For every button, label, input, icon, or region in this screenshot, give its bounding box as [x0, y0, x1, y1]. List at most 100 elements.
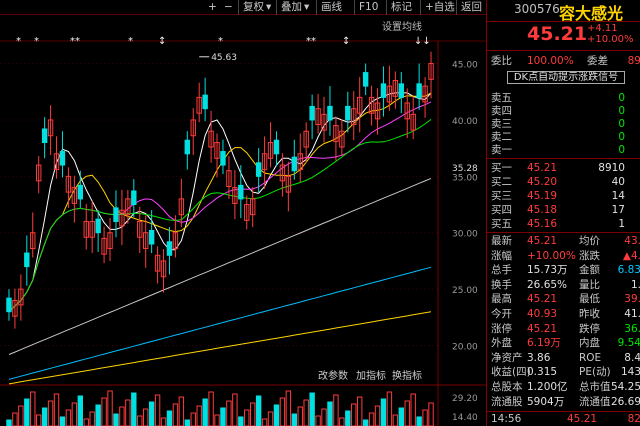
ask-volume: 0: [618, 105, 625, 117]
volume-tick: 29.20: [452, 394, 478, 404]
volume-bar: [309, 392, 315, 426]
volume-bar: [273, 404, 280, 426]
price-tick: 35.00: [452, 173, 478, 183]
bid-volume: 1: [618, 218, 625, 230]
volume-bar: [321, 408, 327, 426]
price-tick: 40.00: [452, 117, 478, 127]
candle-body: [345, 105, 351, 121]
volume-bar: [125, 399, 131, 426]
volume-bar: [202, 398, 208, 426]
volume-bar: [345, 410, 351, 426]
volume-bar: [142, 408, 149, 426]
volume-bar: [214, 414, 220, 426]
candle-body: [113, 207, 119, 222]
volume-bar: [297, 406, 303, 426]
stat-label: 净资产: [491, 351, 523, 364]
ask-label: 卖四: [491, 105, 512, 117]
stat-value: 3.86: [527, 351, 551, 364]
divider: [487, 50, 640, 51]
candle-body: [309, 105, 315, 121]
stat-value: 6.83: [617, 264, 640, 277]
ask-row: 卖三 0: [487, 118, 640, 131]
volume-bar: [18, 405, 24, 426]
ask-volume: 0: [618, 144, 625, 156]
f10-button[interactable]: F10: [354, 0, 378, 15]
volume-bar: [368, 412, 375, 426]
volume-bar: [12, 412, 18, 426]
high-price-label: 45.63: [211, 53, 237, 63]
add-watchlist-button[interactable]: +自选: [420, 0, 455, 15]
stat-row: 总股本 1.200亿 总市值 54.25: [487, 381, 640, 394]
volume-bar: [89, 411, 95, 426]
draw-line-button[interactable]: 画线: [316, 0, 342, 15]
ask-row: 卖二 0: [487, 131, 640, 144]
stat-value: 26.69: [610, 395, 640, 408]
ask-volume: 0: [618, 92, 625, 104]
ma20-line: [8, 101, 432, 313]
stat-row: 涨幅 +10.00% 涨跌 ▲4.: [487, 250, 640, 263]
dropdown-icon[interactable]: ▾: [304, 0, 309, 15]
divider: [487, 232, 640, 233]
volume-bar: [380, 398, 387, 426]
bid-row: 买三 45.19 14: [487, 190, 640, 203]
diff-value: 89: [627, 55, 640, 67]
stat-value: 5904万: [527, 395, 565, 408]
signal-banner[interactable]: DK点自动提示涨跌信号: [507, 71, 625, 84]
volume-bar: [267, 411, 274, 426]
volume-bar: [356, 396, 363, 426]
candle-body: [238, 184, 244, 200]
indicator-button[interactable]: 换指标: [392, 369, 422, 382]
stat-row: 流通股 5904万 流通值 26.69: [487, 396, 640, 409]
stat-value: 9.54: [617, 337, 640, 350]
stat-row: 收益(四) 0.315 PE(动) 143: [487, 366, 640, 379]
volume-bar: [137, 415, 143, 426]
volume-bar: [166, 410, 173, 426]
signal-mark: **: [306, 36, 316, 47]
adjust-rights-menu[interactable]: 复权: [238, 0, 264, 15]
bid-label: 买二: [491, 176, 512, 188]
volume-bar: [47, 400, 54, 426]
mark-button[interactable]: 标记: [386, 0, 412, 15]
order-ratio-row: 委比 100.00% 委差 89: [487, 55, 640, 68]
tick-time: 14:56: [491, 413, 522, 425]
stat-value: 41.: [624, 308, 640, 320]
volume-bar: [113, 413, 119, 426]
stat-row: 最高 45.21 最低 39.: [487, 293, 640, 306]
stat-row: 涨停 45.21 跌停 36.: [487, 323, 640, 336]
overlay-menu[interactable]: 叠加: [276, 0, 302, 15]
stat-row: 换手 26.65% 量比 1.: [487, 279, 640, 292]
back-button[interactable]: 返回: [456, 0, 482, 15]
candle-body: [148, 229, 155, 245]
ask-volume: 0: [618, 118, 625, 130]
bid-label: 买五: [491, 218, 512, 230]
zoom-out-button[interactable]: −: [224, 0, 233, 15]
volume-bar: [95, 404, 101, 426]
stat-value: +10.00%: [527, 249, 576, 262]
signal-mark: **: [70, 36, 80, 47]
stat-value: 39.: [624, 293, 640, 306]
volume-bar: [374, 405, 381, 426]
ratio-label: 委比: [491, 55, 512, 67]
diff-label: 委差: [587, 55, 608, 67]
candle-body: [398, 83, 405, 98]
volume-bar: [24, 398, 30, 426]
stat-row: 最新 45.21 均价 43.: [487, 235, 640, 248]
volume-bar: [83, 418, 89, 426]
signal-mark: *: [34, 36, 39, 47]
stat-label: 最高: [491, 293, 512, 306]
dropdown-icon[interactable]: ▾: [266, 0, 271, 15]
candlestick-chart[interactable]: 45.0040.0035.2835.0030.0025.0020.00* * ** *…: [0, 15, 486, 426]
stat-value: 45.21: [527, 235, 558, 247]
stat-row: 今开 40.93 昨收 41.: [487, 308, 640, 321]
ask-row: 卖四 0: [487, 105, 640, 118]
indicator-button[interactable]: 改参数: [318, 369, 348, 382]
volume-bar: [362, 419, 369, 426]
stat-row: 净资产 3.86 ROE 8.4: [487, 352, 640, 365]
zoom-in-button[interactable]: +: [208, 0, 217, 15]
indicator-button[interactable]: 加指标: [356, 369, 386, 382]
change-block: +4.11 +10.00%: [587, 23, 634, 45]
change-value: +4.11: [587, 23, 618, 34]
volume-bar: [244, 409, 250, 426]
bid-volume: 40: [611, 176, 625, 188]
volume-bar: [184, 419, 191, 426]
